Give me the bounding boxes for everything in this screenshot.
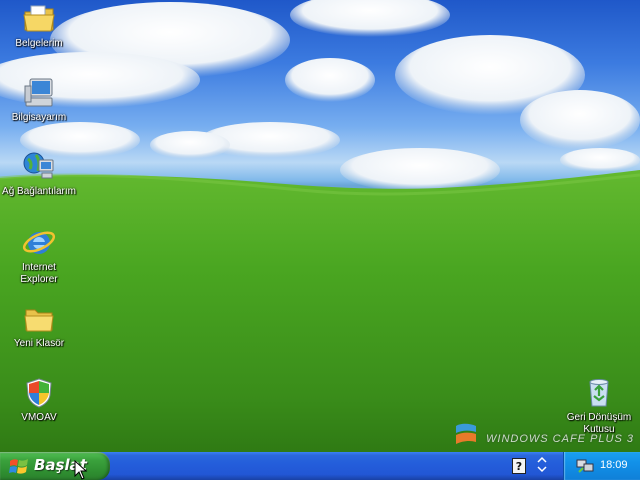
system-tray: 18:09: [563, 452, 640, 480]
help-icon[interactable]: ?: [512, 458, 526, 474]
watermark-text: WINDOWS CAFE PLUS 3: [486, 433, 634, 445]
desktop-icon-new-folder[interactable]: Yeni Klasör: [0, 302, 80, 350]
icon-label: VMOAV: [21, 412, 57, 423]
start-button[interactable]: Başlat: [0, 452, 110, 480]
icon-label: Internet Explorer: [20, 262, 58, 285]
folder-icon: [24, 309, 54, 332]
desktop-icon-my-documents[interactable]: Belgelerim: [0, 2, 80, 50]
network-connections-icon: [23, 152, 54, 179]
wallpaper: [0, 0, 640, 452]
windows-cafe-logo-icon: [456, 423, 476, 444]
icon-label: Ağ Bağlantılarım: [2, 186, 76, 197]
taskbar-clock[interactable]: 18:09: [600, 459, 628, 471]
desktop-icon-internet-explorer[interactable]: Internet Explorer: [0, 226, 80, 286]
security-shield-icon: [26, 378, 52, 408]
my-documents-folder-icon: [23, 5, 55, 32]
desktop-icon-network-connections[interactable]: Ağ Bağlantılarım: [0, 150, 80, 198]
show-hidden-icons-chevron-icon[interactable]: [536, 456, 548, 474]
desktop-icon-my-computer[interactable]: Bilgisayarım: [0, 76, 80, 124]
internet-explorer-icon: [22, 231, 56, 254]
recycle-bin-icon: [589, 379, 609, 407]
network-tray-icon[interactable]: [576, 458, 594, 474]
windows-flag-icon: [9, 459, 28, 474]
icon-label: Belgelerim: [15, 38, 63, 49]
svg-text:?: ?: [516, 460, 522, 473]
hill: [0, 170, 640, 452]
desktop[interactable]: Belgelerim Bilgisayarım Ağ Bağlantılarım…: [0, 0, 640, 452]
my-computer-icon: [24, 78, 53, 107]
wallpaper-watermark: WINDOWS CAFE PLUS 3: [452, 420, 638, 450]
icon-label: Yeni Klasör: [13, 338, 65, 349]
mouse-pointer-icon: [74, 460, 88, 480]
icon-label: Bilgisayarım: [11, 112, 67, 123]
clouds: [0, 0, 640, 192]
desktop-icon-vmoav[interactable]: VMOAV: [0, 376, 80, 424]
taskbar: Başlat ? 18:09: [0, 452, 640, 480]
